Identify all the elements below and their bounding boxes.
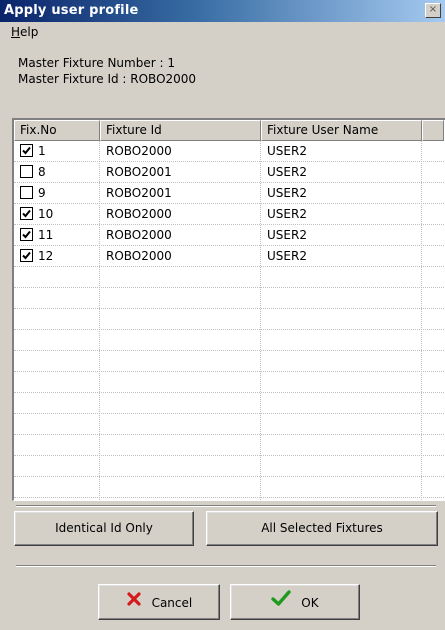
empty-row (14, 267, 445, 288)
user-name-cell: USER2 (267, 207, 307, 221)
user-name-cell: USER2 (267, 144, 307, 158)
fixture-id-cell: ROBO2000 (106, 228, 172, 242)
fix-no-cell: 12 (14, 246, 99, 266)
ok-label: OK (301, 595, 319, 610)
fixture-id-cell: ROBO2001 (106, 186, 172, 200)
row-checkbox[interactable] (20, 165, 33, 178)
row-checkbox[interactable] (20, 186, 33, 199)
menu-bar: Help (0, 22, 445, 42)
table-row[interactable]: 11 ROBO2000 USER2 (14, 225, 445, 246)
fix-no-cell: 11 (14, 225, 99, 245)
table-row[interactable]: 9 ROBO2001 USER2 (14, 183, 445, 204)
red-x-icon (126, 586, 142, 620)
user-name-cell: USER2 (267, 228, 307, 242)
fix-no: 11 (38, 228, 54, 242)
separator (16, 565, 436, 567)
user-name-cell: USER2 (267, 249, 307, 263)
menu-help[interactable]: Help (11, 25, 38, 39)
title-bar: Apply user profile × (0, 0, 445, 22)
fix-no-cell: 8 (14, 162, 99, 182)
empty-row (14, 393, 445, 414)
empty-row (14, 309, 445, 330)
fixture-id-cell: ROBO2000 (106, 249, 172, 263)
identical-id-only-button[interactable]: Identical Id Only (14, 511, 194, 546)
table-row[interactable]: 12 ROBO2000 USER2 (14, 246, 445, 267)
fix-no: 9 (38, 186, 46, 200)
empty-row (14, 330, 445, 351)
table-row[interactable]: 10 ROBO2000 USER2 (14, 204, 445, 225)
separator (16, 505, 436, 507)
fix-no-cell: 1 (14, 141, 99, 161)
master-fixture-number: Master Fixture Number : 1 (18, 56, 175, 70)
column-header-user-name[interactable]: Fixture User Name (261, 120, 422, 141)
green-check-icon (271, 586, 292, 620)
empty-row (14, 372, 445, 393)
empty-row (14, 477, 445, 498)
fix-no-cell: 10 (14, 204, 99, 224)
column-header-fixture-id[interactable]: Fixture Id (100, 120, 261, 141)
fix-no-cell: 9 (14, 183, 99, 203)
all-selected-fixtures-button[interactable]: All Selected Fixtures (206, 511, 438, 546)
window-title: Apply user profile (4, 3, 139, 18)
empty-row (14, 351, 445, 372)
fix-no: 12 (38, 249, 54, 263)
row-checkbox[interactable] (20, 249, 33, 262)
fix-no: 10 (38, 207, 54, 221)
empty-row (14, 456, 445, 477)
grid-header: Fix.No Fixture Id Fixture User Name (14, 120, 445, 141)
all-selected-fixtures-label: All Selected Fixtures (261, 521, 383, 535)
fix-no: 8 (38, 165, 46, 179)
empty-row (14, 414, 445, 435)
ok-button[interactable]: OK (230, 584, 360, 620)
user-name-cell: USER2 (267, 186, 307, 200)
cancel-button[interactable]: Cancel (98, 584, 220, 620)
fixture-id-cell: ROBO2000 (106, 207, 172, 221)
master-fixture-id: Master Fixture Id : ROBO2000 (18, 72, 197, 86)
user-name-cell: USER2 (267, 165, 307, 179)
fixture-grid[interactable]: Fix.No Fixture Id Fixture User Name 1 ROB… (12, 118, 445, 501)
empty-row (14, 288, 445, 309)
fixture-id-cell: ROBO2000 (106, 144, 172, 158)
identical-id-only-label: Identical Id Only (55, 521, 153, 535)
column-header-filler (422, 120, 444, 141)
close-icon[interactable]: × (425, 3, 441, 18)
row-checkbox[interactable] (20, 144, 33, 157)
table-row[interactable]: 8 ROBO2001 USER2 (14, 162, 445, 183)
column-header-fix-no[interactable]: Fix.No (14, 120, 100, 141)
row-checkbox[interactable] (20, 207, 33, 220)
empty-row (14, 435, 445, 456)
table-row[interactable]: 1 ROBO2000 USER2 (14, 141, 445, 162)
cancel-label: Cancel (151, 595, 193, 610)
row-checkbox[interactable] (20, 228, 33, 241)
fix-no: 1 (38, 144, 46, 158)
fixture-id-cell: ROBO2001 (106, 165, 172, 179)
